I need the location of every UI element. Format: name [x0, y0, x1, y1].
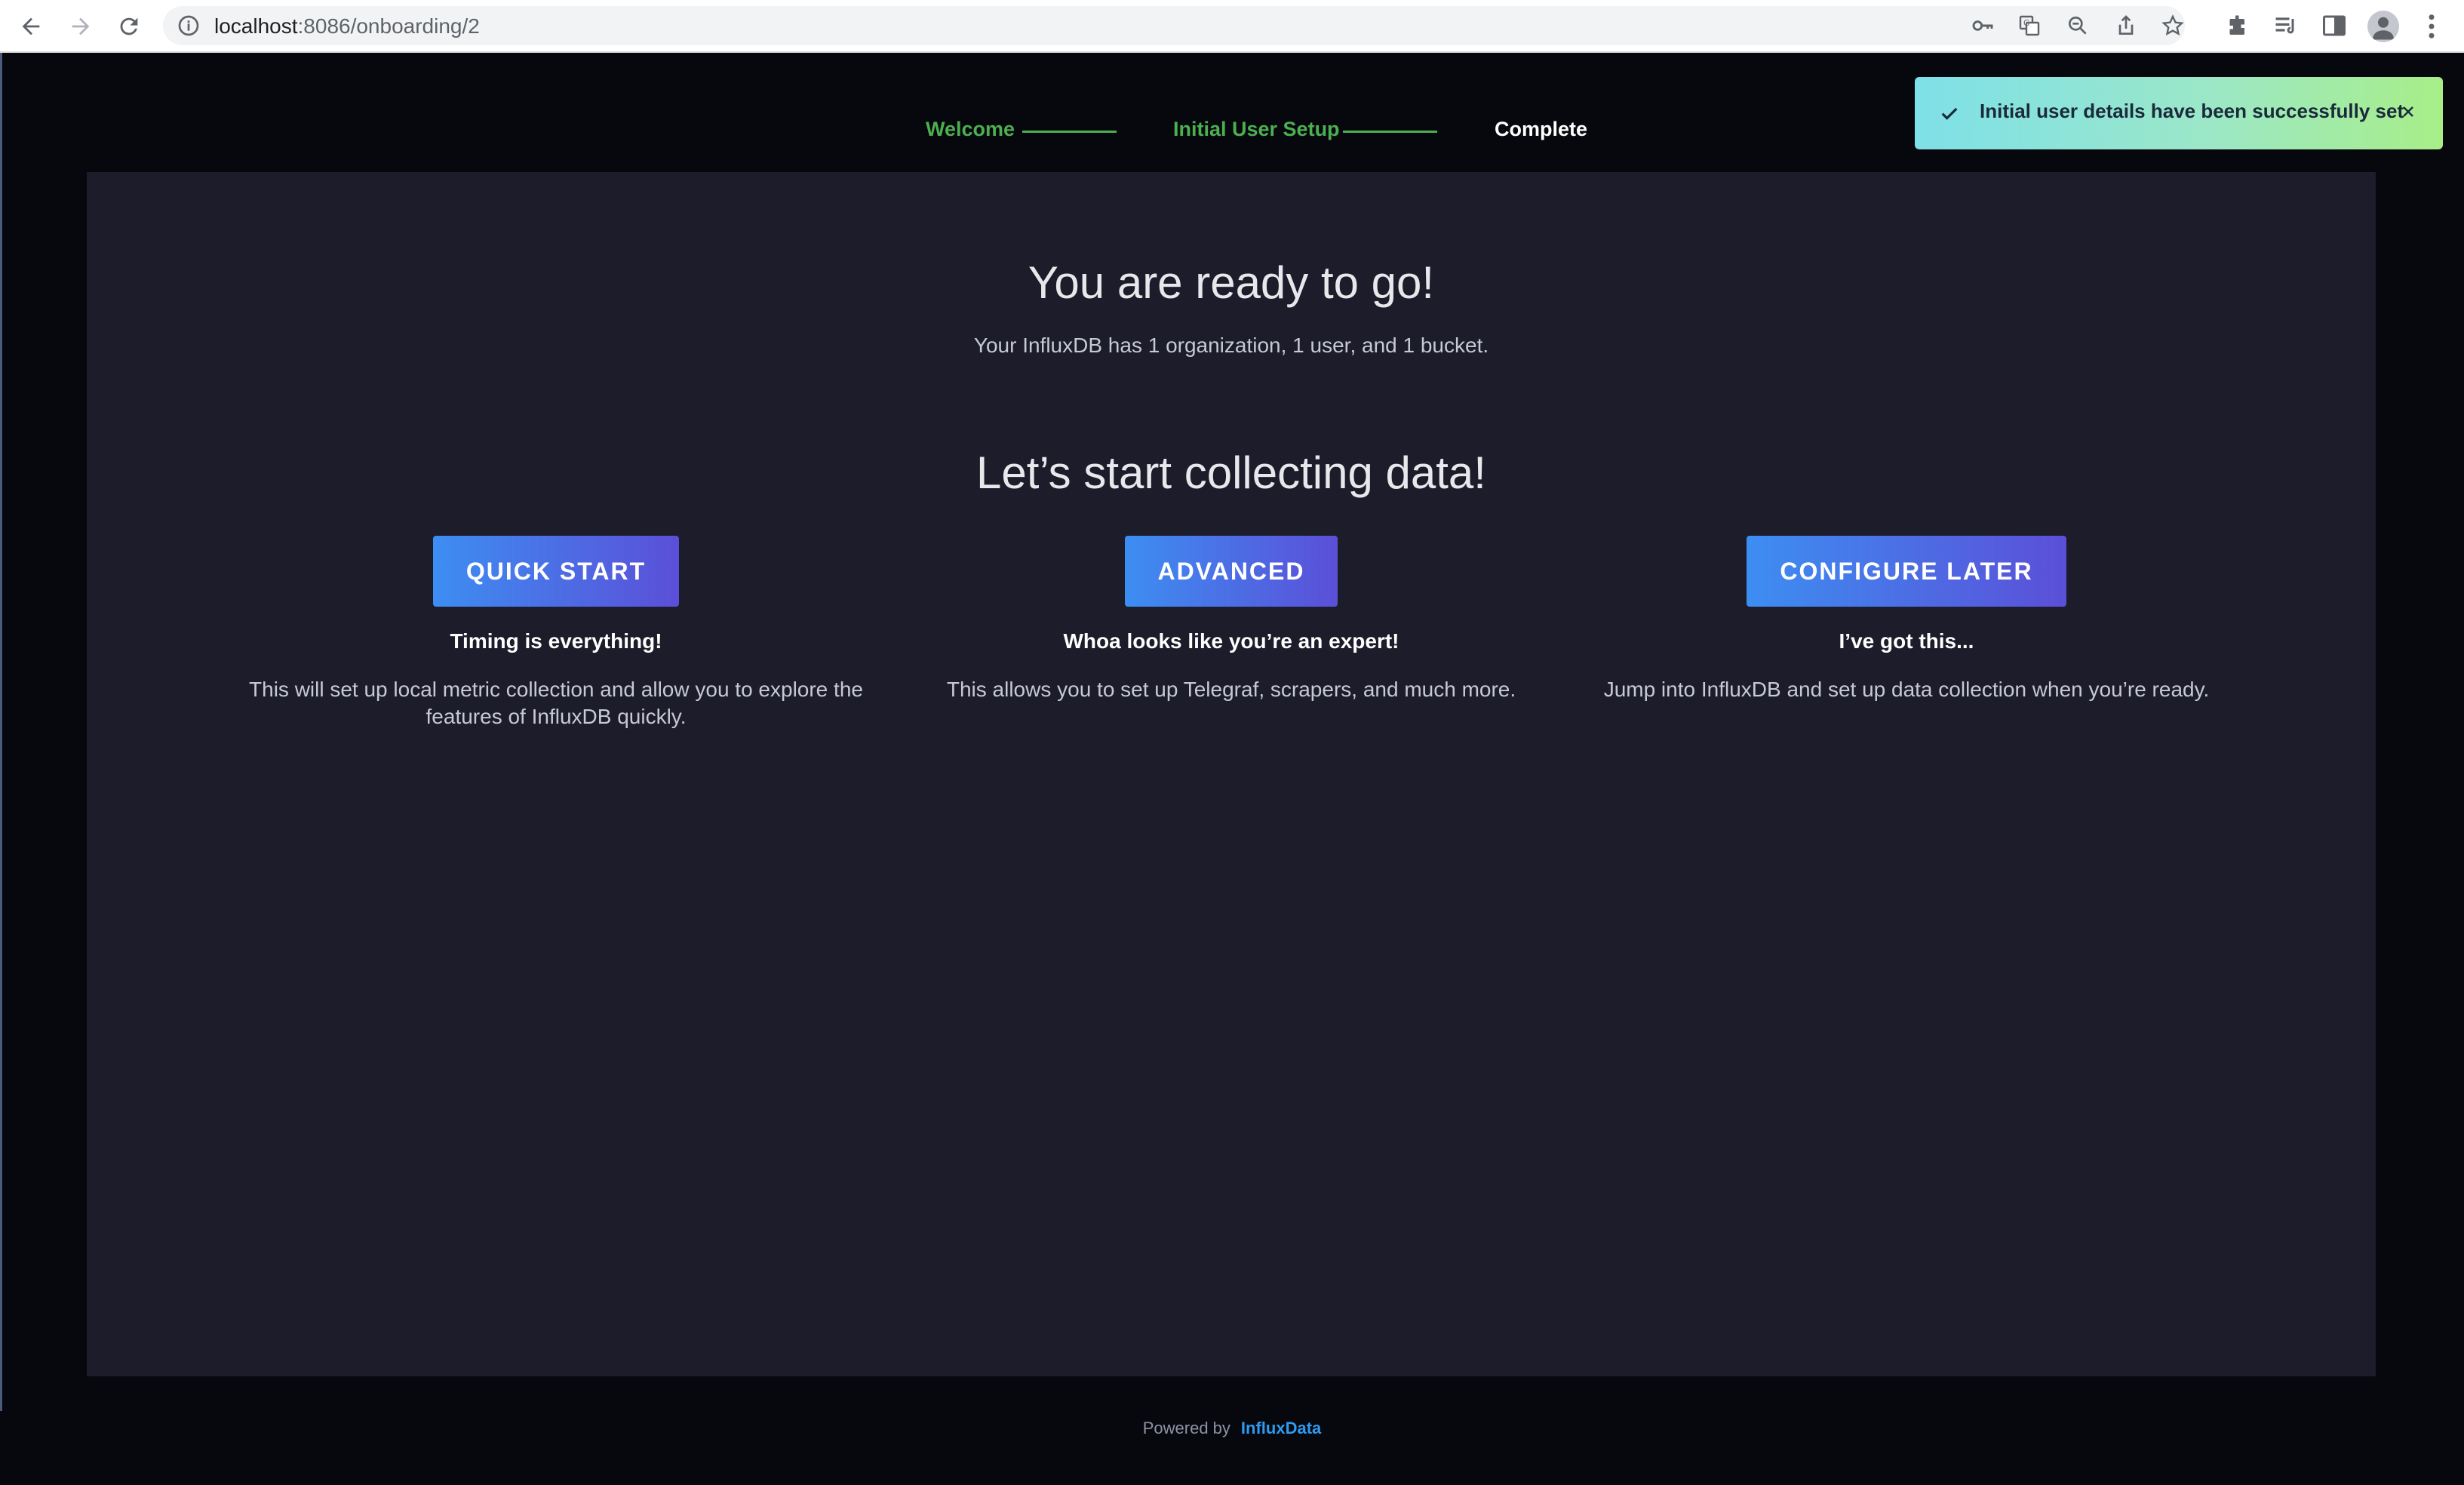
advanced-button[interactable]: ADVANCED — [1124, 536, 1338, 607]
reload-button[interactable] — [112, 9, 146, 44]
check-icon — [1941, 107, 1958, 120]
option-advanced: ADVANCED Whoa looks like you’re an exper… — [899, 536, 1563, 703]
info-icon[interactable] — [177, 14, 201, 38]
quick-start-button[interactable]: QUICK START — [432, 536, 680, 607]
reload-icon — [120, 17, 138, 35]
url-text[interactable]: localhost:8086/onboarding/2 — [214, 14, 480, 38]
back-button[interactable] — [14, 9, 48, 44]
influxdata-link[interactable]: InfluxData — [1241, 1419, 1321, 1437]
profile-button[interactable] — [2367, 11, 2399, 42]
step-initial-user-setup: Initial User Setup — [1173, 118, 1340, 140]
back-icon — [22, 17, 40, 35]
zoom-icon[interactable] — [2066, 14, 2090, 38]
menu-icon[interactable] — [2422, 11, 2441, 42]
browser-toolbar: localhost:8086/onboarding/2 G — [0, 0, 2464, 53]
step-welcome: Welcome — [926, 118, 1015, 140]
option-quick-start: QUICK START Timing is everything! This w… — [224, 536, 888, 730]
step-connector — [1343, 131, 1437, 133]
svg-text:G: G — [2023, 18, 2029, 28]
profile-icon — [2373, 17, 2394, 40]
option-heading: I’ve got this... — [1839, 629, 1974, 653]
url-path: :8086/onboarding/2 — [297, 14, 480, 38]
option-configure-later: CONFIGURE LATER I’ve got this... Jump in… — [1575, 536, 2238, 703]
section-title: Let’s start collecting data! — [976, 447, 1486, 498]
notification-message: Initial user details have been successfu… — [1980, 100, 2404, 122]
close-icon[interactable] — [2399, 103, 2417, 121]
address-bar[interactable]: localhost:8086/onboarding/2 G — [163, 6, 2185, 45]
translate-icon[interactable]: G — [2017, 14, 2042, 38]
step-connector — [1022, 131, 1117, 133]
footer-prefix: Powered by — [1142, 1419, 1230, 1437]
url-host: localhost — [214, 14, 298, 38]
reading-list-icon[interactable] — [2272, 12, 2300, 39]
option-heading: Timing is everything! — [450, 629, 662, 653]
side-panel-icon[interactable] — [2321, 12, 2348, 39]
page-title: You are ready to go! — [1028, 257, 1435, 308]
option-description: This will set up local metric collection… — [249, 678, 863, 728]
success-notification: Initial user details have been successfu… — [1915, 77, 2443, 149]
onboarding-panel: You are ready to go! Your InfluxDB has 1… — [87, 172, 2376, 1376]
extensions-icon[interactable] — [2224, 12, 2251, 39]
forward-icon — [72, 17, 90, 35]
star-icon[interactable] — [2161, 14, 2185, 38]
option-description: Jump into InfluxDB and set up data colle… — [1603, 678, 2210, 701]
configure-later-button[interactable]: CONFIGURE LATER — [1747, 536, 2066, 607]
setup-summary: Your InfluxDB has 1 organization, 1 user… — [973, 334, 1489, 357]
forward-button[interactable] — [63, 9, 98, 44]
footer: Powered by InfluxData — [0, 1419, 2464, 1438]
option-description: This allows you to set up Telegraf, scra… — [946, 678, 1516, 701]
option-heading: Whoa looks like you’re an expert! — [1063, 629, 1399, 653]
key-icon[interactable] — [1971, 14, 1995, 38]
share-icon[interactable] — [2114, 14, 2138, 38]
step-complete: Complete — [1495, 118, 1588, 140]
window-edge — [0, 53, 2, 1411]
